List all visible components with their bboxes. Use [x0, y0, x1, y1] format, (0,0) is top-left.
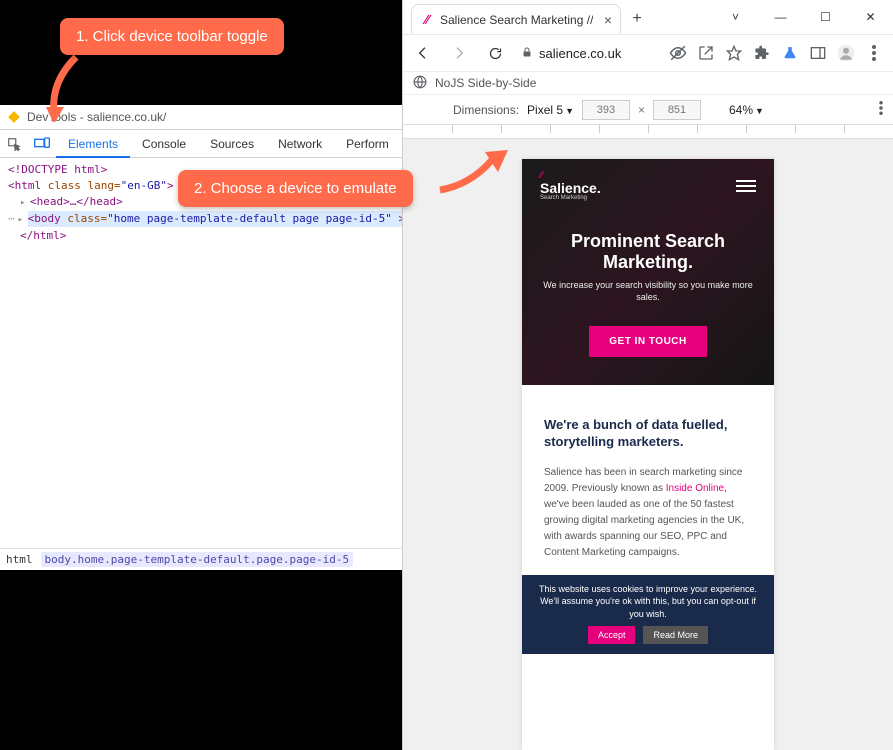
cookie-accept-button[interactable]: Accept: [588, 626, 636, 644]
globe-icon: [413, 75, 427, 92]
dom-html-close[interactable]: </html>: [8, 228, 402, 244]
browser-menu-icon[interactable]: [865, 44, 883, 62]
device-emulation-bar: Dimensions: Pixel 5▼ × 64%▼: [403, 95, 893, 125]
tab-favicon-icon: ⁄⁄: [420, 13, 434, 27]
page-hero: ⁄⁄ Salience. Search Marketing Prominent …: [522, 159, 774, 385]
window-maximize-button[interactable]: ☐: [803, 2, 848, 32]
cta-button[interactable]: GET IN TOUCH: [589, 326, 706, 357]
devtools-app-icon: [6, 110, 21, 125]
browser-window: ⁄⁄ Salience Search Marketing // × + ˅ — …: [402, 0, 893, 750]
devtools-tab-strip: Elements Console Sources Network Perform: [0, 130, 402, 158]
share-icon[interactable]: [697, 44, 715, 62]
devtools-tab-performance[interactable]: Perform: [334, 130, 401, 158]
url-text: salience.co.uk: [539, 46, 621, 61]
profile-avatar-icon[interactable]: [837, 44, 855, 62]
dom-breadcrumb[interactable]: html body.home.page-template-default.pag…: [0, 548, 402, 570]
emulation-menu-icon[interactable]: [879, 101, 883, 118]
browser-titlebar: ⁄⁄ Salience Search Marketing // × + ˅ — …: [403, 0, 893, 35]
nojs-extension-bar[interactable]: NoJS Side-by-Side: [403, 71, 893, 95]
dimensions-label: Dimensions:: [453, 103, 519, 117]
breadcrumb-html[interactable]: html: [6, 553, 33, 566]
background-area: [0, 570, 402, 750]
body-paragraph: Salience has been in search marketing si…: [544, 465, 752, 561]
nojs-label: NoJS Side-by-Side: [435, 76, 536, 90]
viewport-width-input[interactable]: [582, 100, 630, 120]
tab-close-icon[interactable]: ×: [604, 12, 612, 28]
site-logo[interactable]: ⁄⁄ Salience. Search Marketing: [540, 171, 601, 201]
annotation-callout-2: 2. Choose a device to emulate: [178, 170, 413, 207]
new-tab-button[interactable]: +: [625, 7, 649, 31]
dimension-separator: ×: [638, 103, 645, 117]
viewport-height-input[interactable]: [653, 100, 701, 120]
hero-title: Prominent Search Marketing.: [540, 231, 756, 272]
cookie-text: This website uses cookies to improve you…: [534, 583, 762, 621]
devtools-tab-network[interactable]: Network: [266, 130, 334, 158]
side-panel-icon[interactable]: [809, 44, 827, 62]
logo-text: Salience.: [540, 181, 601, 195]
url-field[interactable]: salience.co.uk: [521, 45, 621, 62]
reload-button[interactable]: [481, 39, 509, 67]
lock-icon: [521, 45, 533, 62]
ruler: [403, 125, 893, 139]
inside-online-link[interactable]: Inside Online: [666, 483, 724, 494]
devtools-tab-console[interactable]: Console: [130, 130, 198, 158]
body-heading: We're a bunch of data fuelled, storytell…: [544, 417, 752, 451]
forward-button[interactable]: [445, 39, 473, 67]
devtools-tab-elements[interactable]: Elements: [56, 130, 130, 158]
device-toolbar-toggle-icon[interactable]: [28, 130, 56, 158]
logo-tagline: Search Marketing: [540, 195, 601, 201]
device-selector[interactable]: Pixel 5▼: [527, 103, 574, 117]
window-caret-down-icon[interactable]: ˅: [713, 2, 758, 32]
annotation-callout-1: 1. Click device toolbar toggle: [60, 18, 284, 55]
cookie-banner: This website uses cookies to improve you…: [522, 575, 774, 655]
window-minimize-button[interactable]: —: [758, 2, 803, 32]
breadcrumb-body[interactable]: body.home.page-template-default.page.pag…: [41, 552, 354, 567]
eye-off-icon[interactable]: [669, 44, 687, 62]
hamburger-menu-icon[interactable]: [736, 180, 756, 192]
zoom-selector[interactable]: 64%▼: [729, 103, 764, 117]
annotation-arrow-1-icon: [46, 52, 86, 122]
device-frame: ⁄⁄ Salience. Search Marketing Prominent …: [522, 159, 774, 750]
cookie-readmore-button[interactable]: Read More: [643, 626, 708, 644]
browser-tab[interactable]: ⁄⁄ Salience Search Marketing // ×: [411, 4, 621, 34]
annotation-arrow-2-icon: [430, 150, 510, 200]
inspect-element-icon[interactable]: [0, 130, 28, 158]
emulated-viewport: ⁄⁄ Salience. Search Marketing Prominent …: [403, 139, 893, 750]
hero-subtitle: We increase your search visibility so yo…: [540, 280, 756, 303]
address-bar: salience.co.uk: [403, 35, 893, 71]
tab-title: Salience Search Marketing //: [440, 13, 593, 27]
extensions-icon[interactable]: [753, 44, 771, 62]
devtools-tab-sources[interactable]: Sources: [198, 130, 266, 158]
back-button[interactable]: [409, 39, 437, 67]
window-close-button[interactable]: ✕: [848, 2, 893, 32]
tab-strip: ⁄⁄ Salience Search Marketing // × +: [411, 4, 649, 34]
dom-tree-panel[interactable]: <!DOCTYPE html> <html class lang="en-GB"…: [0, 158, 402, 548]
flask-icon[interactable]: [781, 44, 799, 62]
star-icon[interactable]: [725, 44, 743, 62]
dom-body[interactable]: ⋯<body class="home page-template-default…: [8, 211, 402, 228]
page-body-section: We're a bunch of data fuelled, storytell…: [522, 385, 774, 575]
